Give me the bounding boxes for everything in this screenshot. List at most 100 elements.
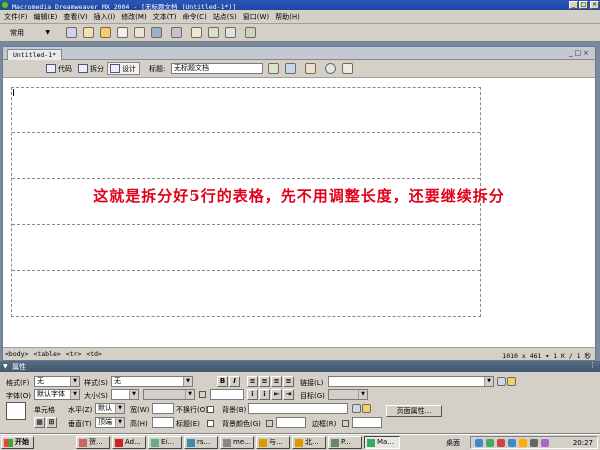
target-select[interactable]: ▼ [328, 389, 368, 400]
document-title-input[interactable]: 无标题文档 [171, 63, 263, 74]
height-input[interactable] [152, 417, 174, 428]
layer-icon[interactable] [134, 27, 145, 38]
network-icon[interactable] [475, 439, 483, 447]
taskbar-item[interactable]: rs... [184, 436, 218, 449]
taskbar-item[interactable]: 北... [292, 436, 326, 449]
tray-app-icon[interactable] [497, 439, 505, 447]
indent-icon[interactable]: ⇥ [283, 389, 294, 400]
text-color-swatch[interactable] [199, 391, 206, 398]
close-button[interactable]: × [590, 1, 599, 9]
bgcolor-swatch[interactable] [266, 420, 273, 427]
menu-text[interactable]: 文本(T) [153, 12, 177, 22]
volume-icon[interactable] [530, 439, 538, 447]
panel-options-icon[interactable]: ⋮ [589, 361, 596, 369]
collapse-triangle-icon[interactable]: ▼ [3, 363, 8, 370]
window-size[interactable]: 1010 x 461 [502, 352, 541, 360]
menu-site[interactable]: 站点(S) [213, 12, 237, 22]
email-link-icon[interactable] [83, 27, 94, 38]
date-icon[interactable] [191, 27, 202, 38]
justify-icon[interactable]: ≡ [283, 376, 294, 387]
images-icon[interactable] [151, 27, 162, 38]
italic-button[interactable]: I [229, 376, 240, 387]
desktop-toolbar-label[interactable]: 桌面 [446, 438, 460, 448]
minimize-button[interactable]: _ [569, 1, 578, 9]
bgcolor-input[interactable] [276, 417, 306, 428]
align-center-icon[interactable]: ≡ [259, 376, 270, 387]
border-color-swatch[interactable] [342, 420, 349, 427]
tag-table[interactable]: <table> [33, 350, 60, 358]
split-cell-icon[interactable]: ⊞ [46, 417, 57, 428]
document-tab[interactable]: Untitled-1* [7, 49, 63, 60]
split-view-button[interactable]: 拆分 [75, 62, 108, 75]
code-view-button[interactable]: 代码 [43, 62, 76, 75]
design-view-canvas[interactable]: 这就是拆分好5行的表格，先不用调整长度，还要继续拆分 [3, 79, 595, 347]
view-options-icon[interactable] [342, 63, 353, 74]
design-view-button[interactable]: 设计 [107, 62, 140, 75]
menu-modify[interactable]: 修改(M) [121, 12, 147, 22]
tag-tr[interactable]: <tr> [66, 350, 82, 358]
browse-folder-icon[interactable] [362, 404, 371, 413]
width-input[interactable] [152, 403, 174, 414]
taskbar-item[interactable]: 贺... [76, 436, 110, 449]
taskbar-item[interactable]: Ad... [112, 436, 146, 449]
insert-category-dropdown[interactable]: 常用 ▼ [4, 27, 58, 39]
tray-app-icon[interactable] [486, 439, 494, 447]
menu-file[interactable]: 文件(F) [4, 12, 28, 22]
taskbar-item[interactable]: me... [220, 436, 254, 449]
templates-icon[interactable] [225, 27, 236, 38]
tray-app-icon[interactable] [508, 439, 516, 447]
start-button[interactable]: 开始 [1, 436, 34, 449]
align-right-icon[interactable]: ≡ [271, 376, 282, 387]
header-checkbox[interactable] [207, 420, 214, 427]
align-left-icon[interactable]: ≡ [247, 376, 258, 387]
menu-commands[interactable]: 命令(C) [182, 12, 206, 22]
menu-window[interactable]: 窗口(W) [243, 12, 269, 22]
tag-body[interactable]: <body> [5, 350, 28, 358]
outdent-icon[interactable]: ⇤ [271, 389, 282, 400]
nowrap-checkbox[interactable] [207, 406, 214, 413]
font-select[interactable]: 默认字体 ▼ [34, 389, 80, 400]
style-select[interactable]: 无 ▼ [111, 376, 193, 387]
comment-icon[interactable] [208, 27, 219, 38]
taskbar-item[interactable]: P... [328, 436, 362, 449]
debug-icon[interactable] [305, 63, 316, 74]
menu-insert[interactable]: 插入(I) [94, 12, 116, 22]
ordered-list-icon[interactable]: ⁝ [259, 389, 270, 400]
menu-edit[interactable]: 编辑(E) [34, 12, 58, 22]
taskbar-item[interactable]: 与... [256, 436, 290, 449]
file-management-icon[interactable] [268, 63, 279, 74]
taskbar-item-active[interactable]: Ma... [364, 436, 400, 449]
tray-app-icon[interactable] [519, 439, 527, 447]
point-to-file-icon[interactable] [352, 404, 361, 413]
media-icon[interactable] [171, 27, 182, 38]
table-icon[interactable] [117, 27, 128, 38]
preview-in-browser-icon[interactable] [285, 63, 296, 74]
tag-chooser-icon[interactable] [245, 27, 256, 38]
taskbar-item[interactable]: Ei... [148, 436, 182, 449]
vert-select[interactable]: 顶端 ▼ [95, 417, 125, 428]
properties-panel-header[interactable]: ▼ 属性 ⋮ [0, 361, 600, 372]
format-select[interactable]: 无 ▼ [34, 376, 80, 387]
point-to-file-icon[interactable] [497, 377, 506, 386]
document-window-controls[interactable]: _□× [569, 49, 591, 57]
menu-help[interactable]: 帮助(H) [275, 12, 300, 22]
bg-image-input[interactable] [248, 403, 348, 414]
size-unit-select[interactable]: ▼ [143, 389, 195, 400]
refresh-icon[interactable] [325, 63, 336, 74]
menu-view[interactable]: 查看(V) [63, 12, 87, 22]
maximize-button[interactable]: □ [579, 1, 588, 9]
tray-app-icon[interactable] [541, 439, 549, 447]
size-select[interactable]: ▼ [111, 389, 139, 400]
browse-folder-icon[interactable] [507, 377, 516, 386]
text-color-input[interactable] [210, 389, 244, 400]
page-properties-button[interactable]: 页面属性... [386, 405, 442, 417]
named-anchor-icon[interactable] [100, 27, 111, 38]
horz-select[interactable]: 默认 ▼ [95, 403, 125, 414]
hyperlink-icon[interactable] [66, 27, 77, 38]
link-input[interactable]: ▼ [328, 376, 494, 387]
tag-td[interactable]: <td> [86, 350, 102, 358]
border-color-input[interactable] [352, 417, 382, 428]
bold-button[interactable]: B [217, 376, 228, 387]
unordered-list-icon[interactable]: ⁝ [247, 389, 258, 400]
merge-cells-icon[interactable]: ▦ [34, 417, 45, 428]
